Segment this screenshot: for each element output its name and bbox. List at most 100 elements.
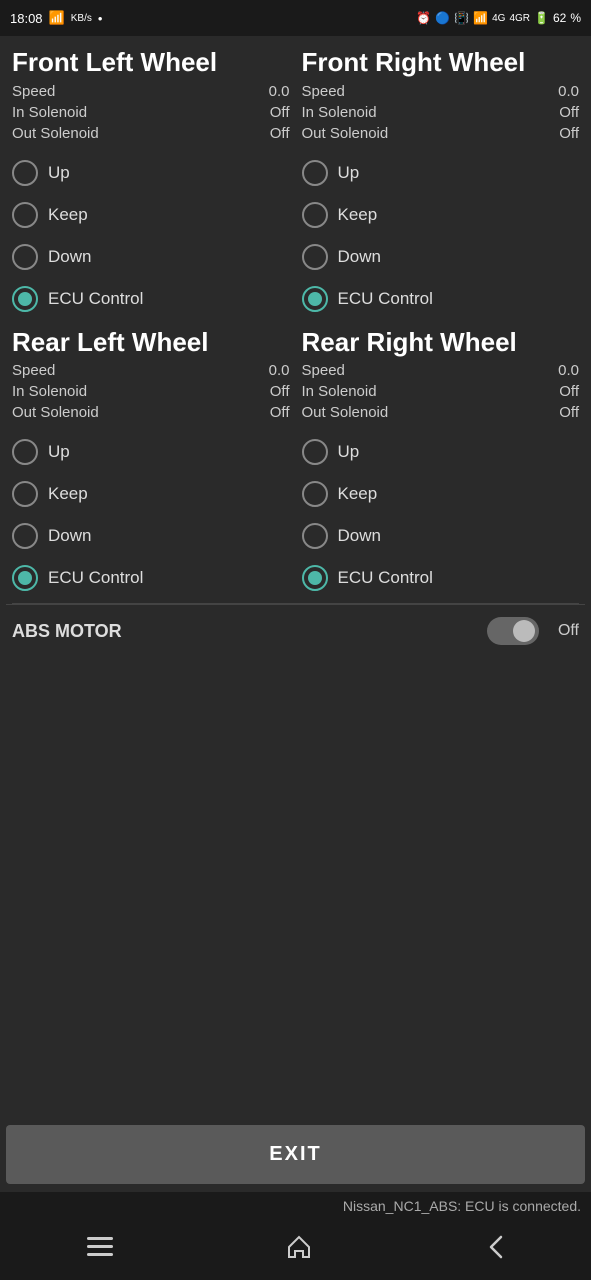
front-left-radio-down-label: Down <box>48 247 91 267</box>
rear-left-radio-keep-circle <box>12 481 38 507</box>
front-right-outsolenoid-row: Out Solenoid Off <box>302 123 580 144</box>
front-left-radio-down-circle <box>12 244 38 270</box>
rear-right-radio-up[interactable]: Up <box>302 431 580 473</box>
front-right-radio-ecu-label: ECU Control <box>338 289 433 309</box>
rear-right-insolenoid-value: Off <box>559 383 579 400</box>
front-left-speed-label: Speed <box>12 83 55 100</box>
front-left-radio-up[interactable]: Up <box>12 152 290 194</box>
battery-icon: 🔋 <box>534 11 549 25</box>
front-left-outsolenoid-row: Out Solenoid Off <box>12 123 290 144</box>
front-left-radio-up-circle <box>12 160 38 186</box>
front-right-radio-keep-circle <box>302 202 328 228</box>
rear-left-wheel-section: Rear Left Wheel Speed 0.0 In Solenoid Of… <box>6 324 296 604</box>
rear-left-radio-ecu-circle <box>12 565 38 591</box>
rear-left-radio-ecu[interactable]: ECU Control <box>12 557 290 599</box>
front-left-wheel-section: Front Left Wheel Speed 0.0 In Solenoid O… <box>6 44 296 324</box>
rear-right-insolenoid-row: In Solenoid Off <box>302 381 580 402</box>
rear-right-radio-up-circle <box>302 439 328 465</box>
rear-right-radio-keep[interactable]: Keep <box>302 473 580 515</box>
rear-left-radio-group: Up Keep Down ECU Control <box>12 431 290 599</box>
front-right-radio-up[interactable]: Up <box>302 152 580 194</box>
front-right-wheel-title: Front Right Wheel <box>302 48 580 77</box>
rear-right-outsolenoid-value: Off <box>559 404 579 421</box>
rear-left-speed-value: 0.0 <box>269 362 290 379</box>
front-right-speed-label: Speed <box>302 83 345 100</box>
rear-left-speed-row: Speed 0.0 <box>12 360 290 381</box>
front-left-wheel-title: Front Left Wheel <box>12 48 290 77</box>
front-right-insolenoid-value: Off <box>559 104 579 121</box>
rear-left-insolenoid-value: Off <box>270 383 290 400</box>
rear-right-radio-keep-circle <box>302 481 328 507</box>
front-left-radio-down[interactable]: Down <box>12 236 290 278</box>
rear-right-radio-group: Up Keep Down ECU Control <box>302 431 580 599</box>
rear-right-radio-keep-label: Keep <box>338 484 378 504</box>
rear-left-outsolenoid-label: Out Solenoid <box>12 404 99 421</box>
rear-right-speed-value: 0.0 <box>558 362 579 379</box>
status-left: 18:08 📶 KB/s • <box>10 10 102 26</box>
rear-left-radio-up-label: Up <box>48 442 70 462</box>
front-right-radio-down-circle <box>302 244 328 270</box>
front-left-radio-ecu-circle <box>12 286 38 312</box>
dot-icon: • <box>98 11 103 26</box>
wheels-grid: Front Left Wheel Speed 0.0 In Solenoid O… <box>6 44 585 603</box>
rear-left-radio-down[interactable]: Down <box>12 515 290 557</box>
front-right-radio-keep-label: Keep <box>338 205 378 225</box>
front-left-radio-keep-label: Keep <box>48 205 88 225</box>
rear-left-radio-down-label: Down <box>48 526 91 546</box>
front-left-radio-ecu-label: ECU Control <box>48 289 143 309</box>
rear-right-radio-ecu-circle <box>302 565 328 591</box>
front-left-insolenoid-value: Off <box>270 104 290 121</box>
front-right-speed-row: Speed 0.0 <box>302 81 580 102</box>
abs-motor-value: Off <box>549 622 579 640</box>
exit-button[interactable]: EXIT <box>6 1125 585 1184</box>
front-right-outsolenoid-value: Off <box>559 125 579 142</box>
front-right-insolenoid-row: In Solenoid Off <box>302 102 580 123</box>
front-left-radio-up-label: Up <box>48 163 70 183</box>
front-left-outsolenoid-value: Off <box>270 125 290 142</box>
rear-left-outsolenoid-row: Out Solenoid Off <box>12 402 290 423</box>
wifi-icon: 📶 <box>473 11 488 25</box>
rear-left-radio-ecu-label: ECU Control <box>48 568 143 588</box>
rear-left-radio-keep[interactable]: Keep <box>12 473 290 515</box>
rear-right-outsolenoid-label: Out Solenoid <box>302 404 389 421</box>
front-right-radio-ecu[interactable]: ECU Control <box>302 278 580 320</box>
nav-home-icon[interactable] <box>266 1230 332 1270</box>
front-left-radio-ecu[interactable]: ECU Control <box>12 278 290 320</box>
rear-right-wheel-title: Rear Right Wheel <box>302 328 580 357</box>
front-right-radio-up-circle <box>302 160 328 186</box>
rear-left-radio-down-circle <box>12 523 38 549</box>
signal-icon: 📶 <box>49 10 65 26</box>
time: 18:08 <box>10 11 43 26</box>
front-right-radio-down-label: Down <box>338 247 381 267</box>
front-left-radio-keep-circle <box>12 202 38 228</box>
front-left-insolenoid-label: In Solenoid <box>12 104 87 121</box>
front-right-radio-down[interactable]: Down <box>302 236 580 278</box>
rear-right-radio-down-label: Down <box>338 526 381 546</box>
rear-right-radio-ecu[interactable]: ECU Control <box>302 557 580 599</box>
status-bar: 18:08 📶 KB/s • ⏰ 🔵 📳 📶 4G 4GR 🔋 62% <box>0 0 591 36</box>
nav-back-icon[interactable] <box>465 1230 525 1270</box>
abs-motor-toggle[interactable] <box>487 617 539 645</box>
front-left-radio-keep[interactable]: Keep <box>12 194 290 236</box>
rear-right-outsolenoid-row: Out Solenoid Off <box>302 402 580 423</box>
status-right: ⏰ 🔵 📳 📶 4G 4GR 🔋 62% <box>416 11 581 25</box>
front-right-radio-up-label: Up <box>338 163 360 183</box>
front-right-radio-group: Up Keep Down ECU Control <box>302 152 580 320</box>
rear-right-speed-row: Speed 0.0 <box>302 360 580 381</box>
rear-right-radio-down-circle <box>302 523 328 549</box>
nav-bar <box>0 1220 591 1280</box>
front-right-radio-ecu-circle <box>302 286 328 312</box>
rear-left-radio-keep-label: Keep <box>48 484 88 504</box>
rear-left-insolenoid-row: In Solenoid Off <box>12 381 290 402</box>
rear-left-speed-label: Speed <box>12 362 55 379</box>
rear-left-insolenoid-label: In Solenoid <box>12 383 87 400</box>
front-right-radio-keep[interactable]: Keep <box>302 194 580 236</box>
rear-right-speed-label: Speed <box>302 362 345 379</box>
front-left-speed-value: 0.0 <box>269 83 290 100</box>
rear-left-radio-up[interactable]: Up <box>12 431 290 473</box>
nav-menu-icon[interactable] <box>67 1233 133 1267</box>
rear-left-outsolenoid-value: Off <box>270 404 290 421</box>
main-content: Front Left Wheel Speed 0.0 In Solenoid O… <box>0 36 591 1117</box>
data-icon: KB/s <box>71 13 92 24</box>
rear-right-radio-down[interactable]: Down <box>302 515 580 557</box>
